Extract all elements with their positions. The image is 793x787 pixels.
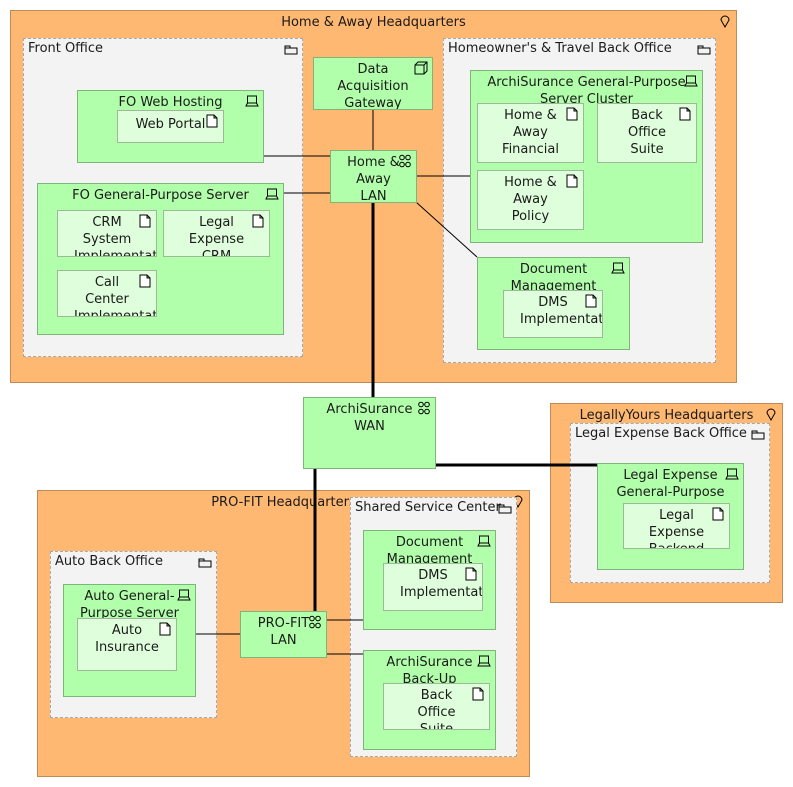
location-title: LegallyYours Headquarters — [579, 408, 754, 423]
document-icon — [138, 274, 152, 288]
artifact-call-center[interactable]: Call Center Implementation — [57, 270, 157, 317]
artifact-legal-backend[interactable]: Legal Expense Backend — [623, 503, 730, 549]
document-icon — [584, 294, 598, 308]
node-home-away-lan[interactable]: Home & Away LAN — [330, 150, 417, 203]
artifact-crm-system[interactable]: CRM System Implementation — [57, 210, 157, 257]
node-data-acquisition-gateway[interactable]: Data Acquisition Gateway — [313, 57, 433, 110]
node-profit-lan[interactable]: PRO-FIT LAN — [240, 611, 327, 658]
device-icon — [684, 74, 698, 88]
location-pin-icon — [764, 407, 778, 421]
artifact-legal-expense-crm[interactable]: Legal Expense CRM — [163, 210, 270, 257]
artifact-dms-implementation[interactable]: DMS Implementation — [503, 290, 603, 338]
document-icon — [565, 174, 579, 188]
document-icon — [464, 567, 478, 581]
document-icon — [565, 107, 579, 121]
device-icon — [611, 261, 625, 275]
artifact-web-portal[interactable]: Web Portal — [117, 110, 224, 143]
artifact-dms-implementation-ssc[interactable]: DMS Implementation — [383, 563, 483, 611]
folder-icon — [697, 42, 711, 56]
document-icon — [471, 687, 485, 701]
folder-icon — [198, 555, 212, 569]
device-icon — [477, 534, 491, 548]
artifact-back-office-suite[interactable]: Back Office Suite — [597, 103, 697, 163]
device-icon — [177, 588, 191, 602]
device-icon — [265, 187, 279, 201]
document-icon — [251, 214, 265, 228]
folder-icon — [498, 501, 512, 515]
device-icon — [245, 94, 259, 108]
node-title: FO General-Purpose Server — [72, 188, 249, 203]
location-pin-icon — [718, 14, 732, 28]
device-icon — [725, 467, 739, 481]
document-icon — [205, 114, 219, 128]
artifact-auto-insurance[interactable]: Auto Insurance — [77, 618, 177, 671]
document-icon — [158, 622, 172, 636]
location-title: Home & Away Headquarters — [281, 15, 466, 30]
grouping-title: Legal Expense Back Office — [575, 426, 747, 441]
node-title: FO Web Hosting — [118, 95, 223, 110]
artifact-back-office-suite-ssc[interactable]: Back Office Suite — [383, 683, 490, 730]
grouping-title: Shared Service Center — [355, 500, 501, 515]
grouping-title: Front Office — [28, 41, 103, 56]
document-icon — [138, 214, 152, 228]
node-title: ArchiSurance WAN — [326, 402, 413, 434]
network-icon — [398, 154, 412, 168]
cube-node-icon — [414, 61, 428, 75]
node-archisurance-wan[interactable]: ArchiSurance WAN — [303, 397, 436, 469]
device-icon — [477, 654, 491, 668]
artifact-ha-financial[interactable]: Home & Away Financial — [477, 103, 584, 163]
grouping-title: Homeowner's & Travel Back Office — [448, 41, 672, 56]
grouping-title: Auto Back Office — [55, 554, 163, 569]
network-icon — [417, 401, 431, 415]
artifact-ha-policy[interactable]: Home & Away Policy — [477, 170, 584, 230]
document-icon — [711, 507, 725, 521]
document-icon — [678, 107, 692, 121]
folder-icon — [284, 42, 298, 56]
node-title: Auto General-Purpose Server — [80, 589, 179, 621]
folder-icon — [751, 427, 765, 441]
network-icon — [308, 615, 322, 629]
